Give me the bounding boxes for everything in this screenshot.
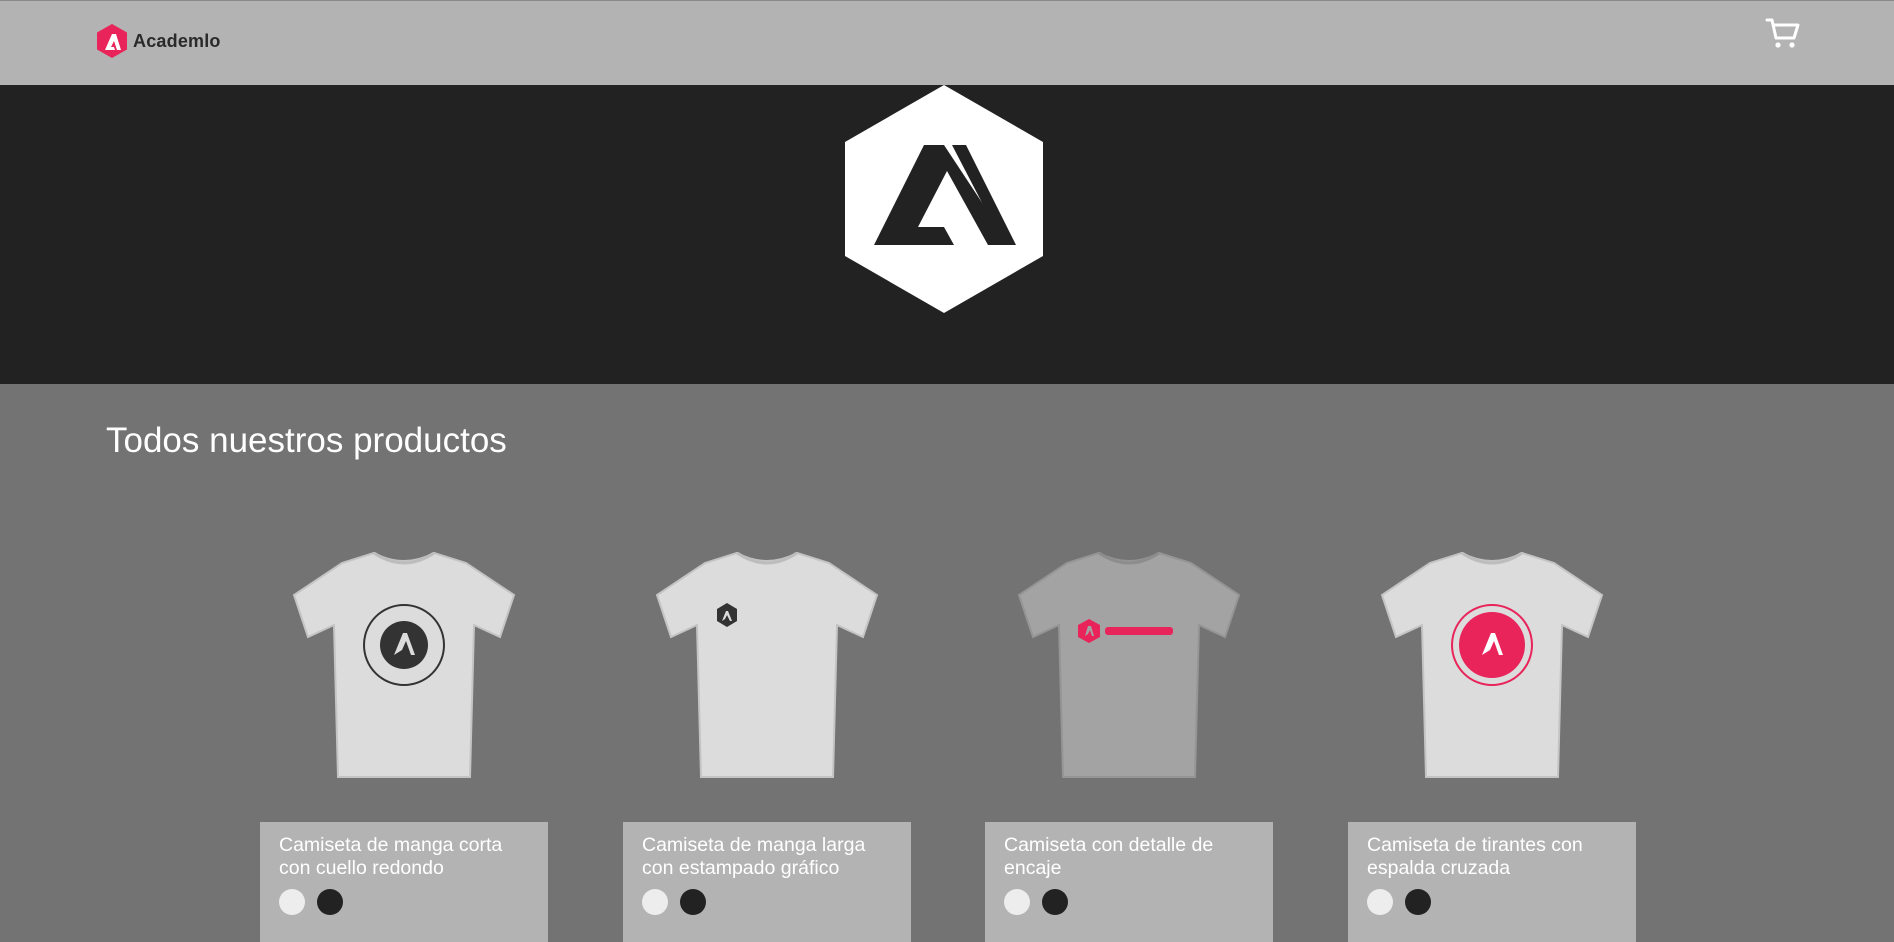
swatch-black[interactable] xyxy=(1042,889,1068,915)
product-title: Camiseta de manga corta con cuello redon… xyxy=(279,834,503,879)
swatch-white[interactable] xyxy=(279,889,305,915)
swatch-black[interactable] xyxy=(680,889,706,915)
swatch-white[interactable] xyxy=(642,889,668,915)
product-info: Camiseta de manga corta con cuello redon… xyxy=(260,822,548,942)
brand-name: Academlo xyxy=(133,30,221,51)
product-info: Camiseta con detalle de encaje xyxy=(985,822,1273,942)
product-image xyxy=(1380,551,1604,778)
product-title: Camiseta con detalle de encaje xyxy=(1004,834,1214,879)
academlo-logo-icon xyxy=(97,24,127,58)
swatch-white[interactable] xyxy=(1004,889,1030,915)
product-title: Camiseta de tirantes con espalda cruzada xyxy=(1367,834,1583,879)
swatch-black[interactable] xyxy=(1405,889,1431,915)
swatch-white[interactable] xyxy=(1367,889,1393,915)
brand-link[interactable]: Academlo xyxy=(95,23,221,59)
academlo-hexagon-logo-icon xyxy=(845,85,1043,313)
section-title: Todos nuestros productos xyxy=(106,421,507,460)
cart-button[interactable] xyxy=(1765,15,1801,51)
product-image xyxy=(292,551,516,778)
product-image xyxy=(1017,551,1241,778)
navbar: Academlo xyxy=(0,0,1894,85)
shopping-cart-icon xyxy=(1765,18,1800,48)
color-swatches xyxy=(642,889,893,915)
product-title: Camiseta de manga larga con estampado gr… xyxy=(642,834,866,879)
product-image xyxy=(655,551,879,778)
swatch-black[interactable] xyxy=(317,889,343,915)
color-swatches xyxy=(1004,889,1255,915)
color-swatches xyxy=(1367,889,1618,915)
hero-banner xyxy=(0,85,1894,384)
product-info: Camiseta de tirantes con espalda cruzada xyxy=(1348,822,1636,942)
product-info: Camiseta de manga larga con estampado gr… xyxy=(623,822,911,942)
color-swatches xyxy=(279,889,530,915)
